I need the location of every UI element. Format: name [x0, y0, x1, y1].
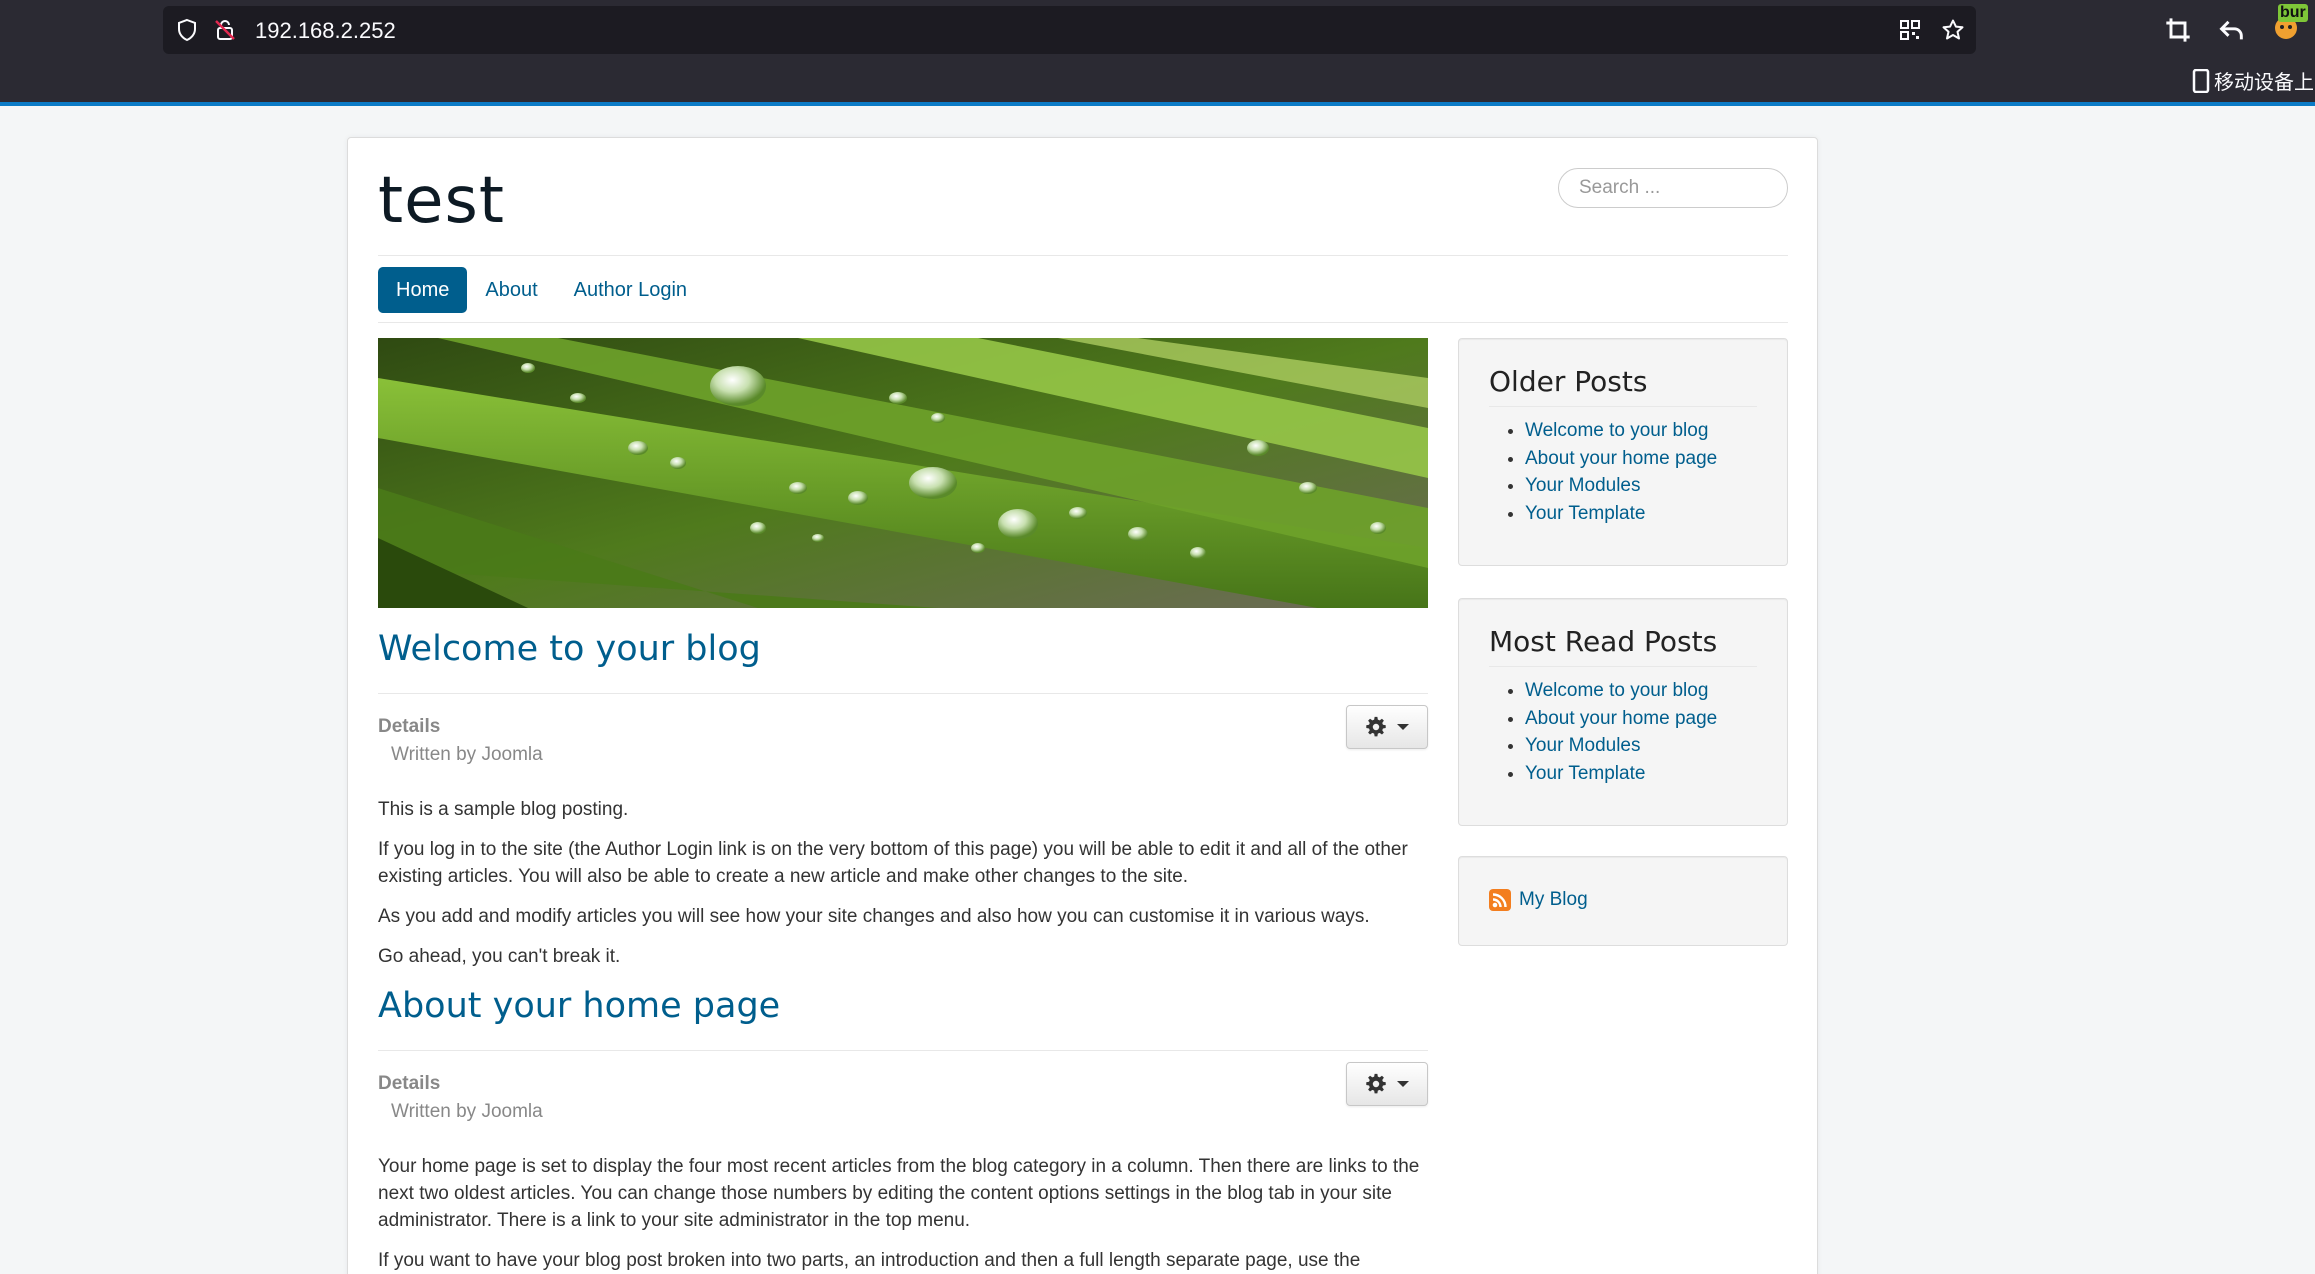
address-bar[interactable]: 192.168.2.252 — [163, 6, 1976, 54]
most-read-link[interactable]: Welcome to your blog — [1525, 680, 1708, 701]
divider — [378, 1050, 1428, 1051]
article-about-home: About your home page Details Written by … — [378, 982, 1428, 1274]
list-item: Your Template — [1525, 500, 1787, 528]
qr-code-icon[interactable] — [1898, 18, 1922, 42]
article-author: Written by Joomla — [391, 744, 543, 765]
most-read-link[interactable]: About your home page — [1525, 708, 1717, 729]
extension-badge-text: bur — [2278, 4, 2308, 22]
mobile-bookmarks-label: 移动设备上的 — [2214, 70, 2315, 94]
module-title: Most Read Posts — [1489, 625, 1757, 667]
article-title[interactable]: About your home page — [378, 982, 1428, 1030]
article-paragraph: As you add and modify articles you will … — [378, 906, 1370, 927]
older-posts-module: Older Posts Welcome to your blog About y… — [1458, 338, 1788, 566]
site-brand[interactable]: test — [378, 164, 505, 238]
chevron-down-icon — [1397, 1081, 1409, 1087]
gear-icon — [1366, 1073, 1386, 1094]
article-paragraph: If you log in to the site (the Author Lo… — [378, 839, 1408, 887]
browser-toolbar: 192.168.2.252 bur 移动设备上的 — [0, 0, 2315, 106]
older-post-link[interactable]: Welcome to your blog — [1525, 420, 1708, 441]
article-welcome: Welcome to your blog Details Written by … — [378, 625, 1428, 970]
list-item: About your home page — [1525, 445, 1787, 473]
main-nav: Home About Author Login — [378, 267, 705, 313]
list-item: About your home page — [1525, 705, 1787, 733]
feed-link-row: My Blog — [1489, 889, 1757, 911]
nav-item-home[interactable]: Home — [378, 267, 468, 313]
list-item: Welcome to your blog — [1525, 417, 1787, 445]
article-tools-button[interactable] — [1346, 705, 1428, 749]
most-read-link[interactable]: Your Template — [1525, 763, 1645, 784]
article-paragraph: If you want to have your blog post broke… — [378, 1250, 1361, 1271]
article-title[interactable]: Welcome to your blog — [378, 625, 1428, 673]
undo-arrow-icon[interactable] — [2218, 16, 2246, 44]
search-input[interactable] — [1558, 168, 1788, 208]
most-read-list: Welcome to your blog About your home pag… — [1525, 677, 1787, 787]
list-item: Your Modules — [1525, 732, 1787, 760]
chevron-down-icon — [1397, 724, 1409, 730]
article-paragraph: Your home page is set to display the fou… — [378, 1156, 1420, 1231]
article-author: Written by Joomla — [391, 1101, 543, 1122]
mobile-device-icon — [2192, 68, 2210, 93]
article-tools-button[interactable] — [1346, 1062, 1428, 1106]
crop-icon[interactable] — [2164, 16, 2192, 44]
rss-feed-icon[interactable] — [1489, 889, 1511, 911]
extension-icon[interactable]: bur — [2270, 4, 2308, 42]
list-item: Your Modules — [1525, 472, 1787, 500]
mobile-bookmarks[interactable]: 移动设备上的 — [2192, 66, 2315, 95]
list-item: Welcome to your blog — [1525, 677, 1787, 705]
feed-module: My Blog — [1458, 856, 1788, 946]
insecure-lock-icon[interactable] — [213, 18, 237, 42]
older-post-link[interactable]: Your Modules — [1525, 475, 1640, 496]
page-container: test Home About Author Login — [347, 137, 1818, 1274]
gear-icon — [1366, 716, 1386, 737]
module-title: Older Posts — [1489, 365, 1757, 407]
details-label: Details — [378, 716, 441, 737]
most-read-link[interactable]: Your Modules — [1525, 735, 1640, 756]
divider — [378, 255, 1788, 256]
list-item: Your Template — [1525, 760, 1787, 788]
details-label: Details — [378, 1073, 441, 1094]
article-paragraph: This is a sample blog posting. — [378, 799, 629, 820]
shield-icon[interactable] — [175, 18, 199, 42]
older-posts-list: Welcome to your blog About your home pag… — [1525, 417, 1787, 527]
header-banner-image — [378, 338, 1428, 608]
divider — [378, 322, 1788, 323]
older-post-link[interactable]: Your Template — [1525, 503, 1645, 524]
divider — [378, 693, 1428, 694]
older-post-link[interactable]: About your home page — [1525, 448, 1717, 469]
bookmark-star-icon[interactable] — [1941, 18, 1965, 42]
article-paragraph: Go ahead, you can't break it. — [378, 946, 621, 967]
nav-item-author-login[interactable]: Author Login — [556, 267, 705, 313]
nav-item-about[interactable]: About — [467, 267, 555, 313]
feed-link[interactable]: My Blog — [1519, 889, 1588, 911]
url-text[interactable]: 192.168.2.252 — [255, 18, 396, 44]
most-read-module: Most Read Posts Welcome to your blog Abo… — [1458, 598, 1788, 826]
